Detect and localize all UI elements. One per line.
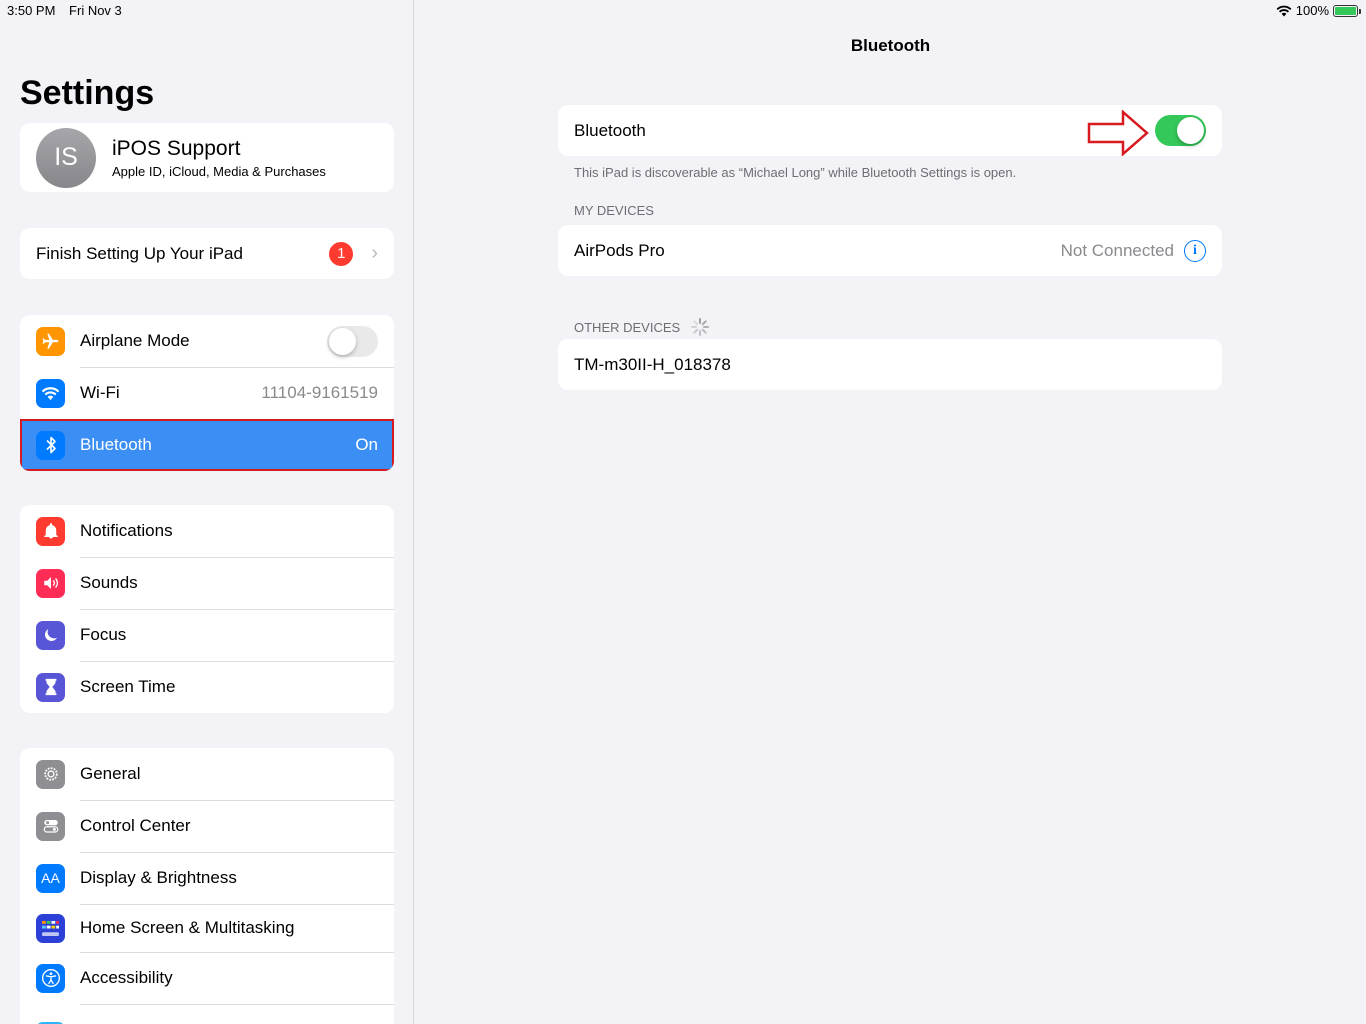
settings-sidebar: Settings IS iPOS Support Apple ID, iClou… bbox=[0, 0, 414, 1024]
gear-icon bbox=[36, 759, 65, 789]
device-row-other[interactable]: TM-m30II-H_018378 bbox=[558, 339, 1222, 390]
moon-icon bbox=[36, 620, 65, 650]
my-devices-header: MY DEVICES bbox=[574, 203, 654, 218]
sidebar-item-notifications[interactable]: Notifications bbox=[20, 505, 394, 557]
bluetooth-icon bbox=[36, 430, 65, 460]
wifi-network-name: 11104-9161519 bbox=[261, 383, 378, 402]
apple-id-profile[interactable]: IS iPOS Support Apple ID, iCloud, Media … bbox=[20, 123, 394, 192]
sidebar-item-wifi[interactable]: Wi-Fi 11104-9161519 bbox=[20, 367, 394, 419]
sidebar-item-partial[interactable] bbox=[20, 1004, 394, 1024]
device-name: AirPods Pro bbox=[574, 240, 665, 260]
chevron-right-icon: › bbox=[371, 242, 378, 264]
info-icon[interactable]: i bbox=[1184, 239, 1206, 262]
other-devices-header: OTHER DEVICES bbox=[574, 317, 710, 337]
sidebar-item-label: General bbox=[80, 764, 141, 783]
device-name: TM-m30II-H_018378 bbox=[574, 354, 731, 374]
sidebar-item-label: Focus bbox=[80, 625, 127, 644]
sidebar-item-display-brightness[interactable]: AA Display & Brightness bbox=[20, 852, 394, 904]
notification-badge: 1 bbox=[329, 241, 354, 266]
sidebar-item-label: Bluetooth bbox=[80, 435, 152, 454]
connectivity-group: Airplane Mode Wi-Fi 11104-9161519 Blueto… bbox=[20, 315, 394, 471]
bluetooth-row-label: Bluetooth bbox=[574, 120, 646, 140]
sidebar-item-accessibility[interactable]: Accessibility bbox=[20, 952, 394, 1004]
wifi-icon bbox=[36, 378, 65, 408]
text-size-icon: AA bbox=[36, 863, 65, 893]
sidebar-item-general[interactable]: General bbox=[20, 748, 394, 800]
system-group: General Control Center AA Display & Brig… bbox=[20, 748, 394, 1024]
wifi-status-icon bbox=[1276, 5, 1292, 16]
avatar: IS bbox=[36, 127, 96, 188]
sidebar-item-airplane-mode[interactable]: Airplane Mode bbox=[20, 315, 394, 367]
sidebar-item-screen-time[interactable]: Screen Time bbox=[20, 661, 394, 713]
sidebar-item-label: Sounds bbox=[80, 573, 138, 592]
bluetooth-status-value: On bbox=[355, 435, 378, 454]
page-title: Bluetooth bbox=[850, 36, 931, 55]
sidebar-item-label: Home Screen & Multitasking bbox=[80, 918, 295, 937]
finish-setup-row[interactable]: Finish Setting Up Your iPad 1 › bbox=[20, 228, 394, 279]
airplane-mode-toggle[interactable] bbox=[327, 325, 378, 357]
hourglass-icon bbox=[36, 672, 65, 702]
sidebar-item-home-screen[interactable]: Home Screen & Multitasking bbox=[20, 904, 394, 952]
sidebar-item-bluetooth[interactable]: Bluetooth On bbox=[20, 419, 394, 471]
sidebar-title: Settings bbox=[20, 74, 155, 112]
my-devices-header-label: MY DEVICES bbox=[574, 203, 654, 218]
sidebar-item-label: Control Center bbox=[80, 816, 191, 835]
battery-icon bbox=[1333, 4, 1361, 17]
sidebar-item-label: Accessibility bbox=[80, 968, 173, 987]
profile-name: iPOS Support bbox=[112, 136, 241, 160]
finish-setup-label: Finish Setting Up Your iPad bbox=[36, 243, 243, 263]
grid-icon bbox=[36, 913, 65, 943]
sidebar-item-sounds[interactable]: Sounds bbox=[20, 557, 394, 609]
airplane-icon bbox=[36, 326, 65, 356]
profile-subtitle: Apple ID, iCloud, Media & Purchases bbox=[112, 163, 326, 179]
status-bar-right: 100% bbox=[1276, 3, 1361, 18]
other-devices-header-label: OTHER DEVICES bbox=[574, 319, 681, 335]
switches-icon bbox=[36, 811, 65, 841]
accessibility-icon bbox=[36, 963, 65, 993]
speaker-icon bbox=[36, 568, 65, 598]
sidebar-item-label: Screen Time bbox=[80, 677, 176, 696]
sidebar-item-label: Notifications bbox=[80, 521, 173, 540]
discoverable-note: This iPad is discoverable as “Michael Lo… bbox=[574, 165, 1017, 180]
bluetooth-toggle[interactable] bbox=[1155, 115, 1206, 146]
loading-spinner-icon bbox=[691, 318, 710, 336]
device-row-airpods[interactable]: AirPods Pro Not Connected i bbox=[558, 225, 1222, 276]
sidebar-item-control-center[interactable]: Control Center bbox=[20, 800, 394, 852]
device-status: Not Connected bbox=[1060, 240, 1174, 260]
red-arrow-annotation bbox=[1087, 110, 1149, 156]
bell-icon bbox=[36, 516, 65, 546]
sidebar-item-label: Wi-Fi bbox=[80, 383, 120, 402]
alerts-group: Notifications Sounds Focus Screen Time bbox=[20, 505, 394, 713]
sidebar-item-focus[interactable]: Focus bbox=[20, 609, 394, 661]
battery-percent: 100% bbox=[1295, 3, 1329, 18]
sidebar-item-label: Display & Brightness bbox=[80, 868, 237, 887]
sidebar-item-label: Airplane Mode bbox=[80, 331, 190, 350]
